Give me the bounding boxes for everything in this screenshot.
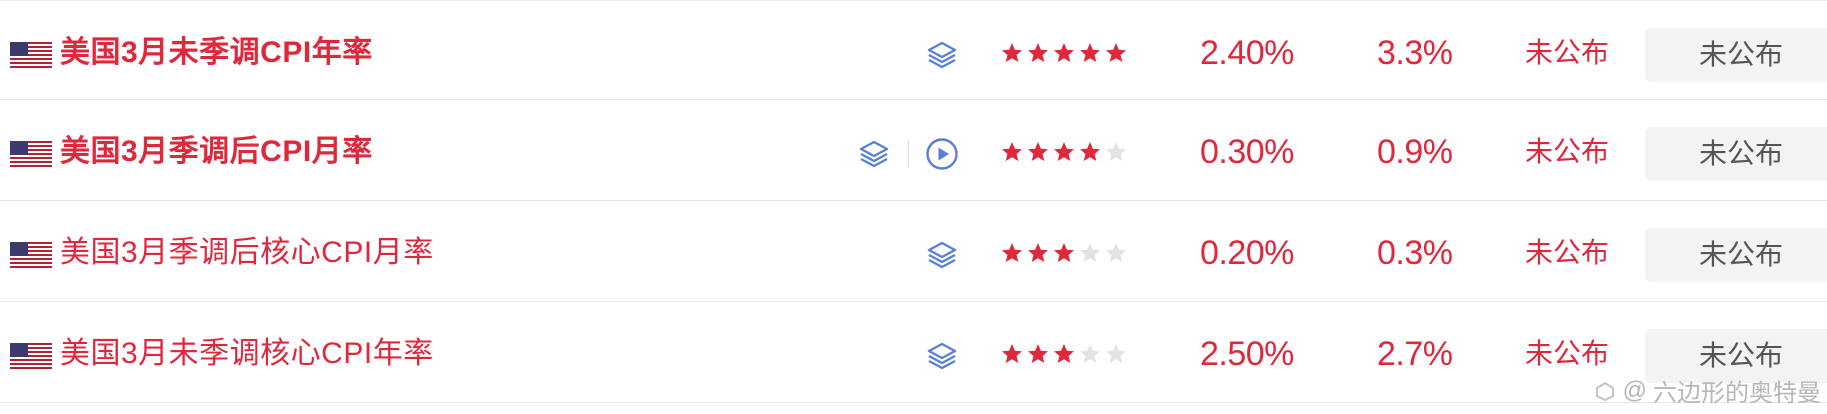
layers-icon[interactable]	[923, 237, 961, 273]
star-filled-icon	[1080, 43, 1100, 62]
previous-value: 2.50%	[1200, 335, 1294, 373]
economic-calendar-table: 美国3月未季调CPI年率 2.40% 3.3% 未公布 未公布 美国3月季调后C…	[0, 0, 1827, 403]
star-filled-icon	[1002, 243, 1022, 262]
importance-stars	[1000, 41, 1128, 65]
importance-stars	[1000, 140, 1128, 164]
us-flag-icon	[10, 42, 52, 68]
weibo-logo-icon	[1595, 381, 1614, 401]
unpublished-button[interactable]: 未公布	[1645, 228, 1827, 282]
star-filled-icon	[1106, 43, 1126, 62]
star-filled-icon	[1002, 142, 1022, 161]
star-empty-icon	[1106, 142, 1126, 161]
play-video-icon[interactable]	[923, 136, 961, 172]
previous-value: 0.20%	[1200, 234, 1294, 272]
star-filled-icon	[1054, 142, 1074, 161]
star-empty-icon	[1106, 344, 1126, 363]
forecast-value: 0.9%	[1377, 133, 1453, 171]
forecast-value: 3.3%	[1377, 34, 1453, 72]
star-filled-icon	[1054, 43, 1074, 62]
previous-value: 2.40%	[1200, 34, 1294, 72]
star-filled-icon	[1002, 43, 1022, 62]
actual-value: 未公布	[1525, 37, 1610, 68]
star-empty-icon	[1080, 344, 1100, 363]
watermark-text: 六边形的奥特曼	[1653, 380, 1821, 407]
forecast-value: 0.3%	[1377, 234, 1453, 272]
star-empty-icon	[1080, 243, 1100, 262]
table-row[interactable]: 美国3月季调后CPI月率 0.30% 0.9% 未公布 未公布	[0, 100, 1827, 201]
actual-value: 未公布	[1525, 136, 1610, 167]
star-filled-icon	[1054, 344, 1074, 363]
star-filled-icon	[1028, 142, 1048, 161]
layers-icon[interactable]	[855, 136, 893, 172]
table-row[interactable]: 美国3月未季调核心CPI年率 2.50% 2.7% 未公布 未公布	[0, 302, 1827, 403]
star-filled-icon	[1028, 243, 1048, 262]
event-title[interactable]: 美国3月未季调CPI年率	[60, 33, 373, 73]
star-empty-icon	[1106, 243, 1126, 262]
star-filled-icon	[1002, 344, 1022, 363]
star-filled-icon	[1054, 243, 1074, 262]
importance-stars	[1000, 342, 1128, 366]
watermark: @ 六边形的奥特曼	[1593, 373, 1821, 408]
table-row[interactable]: 美国3月未季调CPI年率 2.40% 3.3% 未公布 未公布	[0, 0, 1827, 100]
event-title[interactable]: 美国3月未季调核心CPI年率	[60, 334, 434, 374]
icon-divider	[908, 140, 909, 168]
us-flag-icon	[10, 242, 52, 268]
unpublished-button[interactable]: 未公布	[1645, 28, 1827, 82]
importance-stars	[1000, 241, 1128, 265]
unpublished-button[interactable]: 未公布	[1645, 127, 1827, 181]
us-flag-icon	[10, 141, 52, 167]
layers-icon[interactable]	[923, 338, 961, 374]
star-filled-icon	[1028, 344, 1048, 363]
star-filled-icon	[1028, 43, 1048, 62]
actual-value: 未公布	[1525, 338, 1610, 369]
layers-icon[interactable]	[923, 37, 961, 73]
event-title[interactable]: 美国3月季调后核心CPI月率	[60, 233, 434, 273]
forecast-value: 2.7%	[1377, 335, 1453, 373]
watermark-prefix: @	[1622, 376, 1647, 404]
actual-value: 未公布	[1525, 237, 1610, 268]
event-title[interactable]: 美国3月季调后CPI月率	[60, 132, 373, 172]
previous-value: 0.30%	[1200, 133, 1294, 171]
table-row[interactable]: 美国3月季调后核心CPI月率 0.20% 0.3% 未公布 未公布	[0, 201, 1827, 302]
star-filled-icon	[1080, 142, 1100, 161]
us-flag-icon	[10, 343, 52, 369]
